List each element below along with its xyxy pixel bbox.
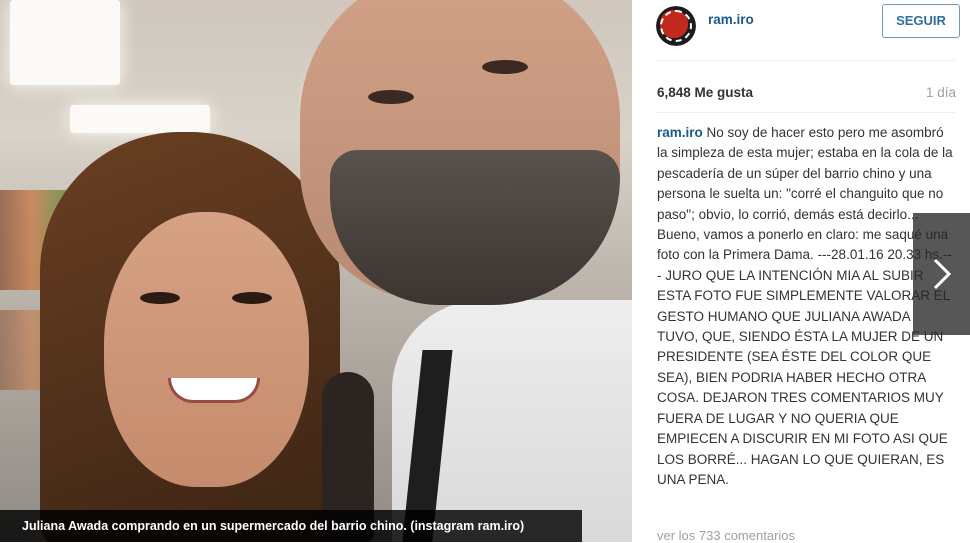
woman-smile — [168, 378, 260, 403]
woman-eye — [140, 292, 180, 304]
divider — [656, 60, 956, 61]
username-link[interactable]: ram.iro — [708, 12, 754, 27]
post-photo: Juliana Awada comprando en un supermerca… — [0, 0, 632, 542]
likes-count[interactable]: 6,848 Me gusta — [657, 85, 753, 100]
caption-username-link[interactable]: ram.iro — [657, 125, 703, 140]
man-eye — [482, 60, 528, 74]
post-caption: ram.iro No soy de hacer esto pero me aso… — [657, 123, 953, 490]
avatar-ring — [660, 10, 692, 42]
chevron-right-icon — [933, 258, 952, 290]
woman-eye — [232, 292, 272, 304]
ceiling-light — [10, 0, 120, 85]
photo-caption: Juliana Awada comprando en un supermerca… — [0, 510, 582, 542]
caption-text: No soy de hacer esto pero me asombró la … — [657, 125, 953, 487]
next-post-button[interactable] — [913, 213, 970, 335]
follow-button[interactable]: SEGUIR — [882, 4, 960, 38]
divider — [656, 112, 956, 113]
ceiling-light — [70, 105, 210, 133]
woman-face — [104, 212, 309, 487]
post-time[interactable]: 1 día — [926, 85, 956, 100]
avatar[interactable] — [656, 6, 696, 46]
man-beard — [330, 150, 620, 305]
man-eye — [368, 90, 414, 104]
view-comments-link[interactable]: ver los 733 comentarios — [657, 528, 795, 543]
